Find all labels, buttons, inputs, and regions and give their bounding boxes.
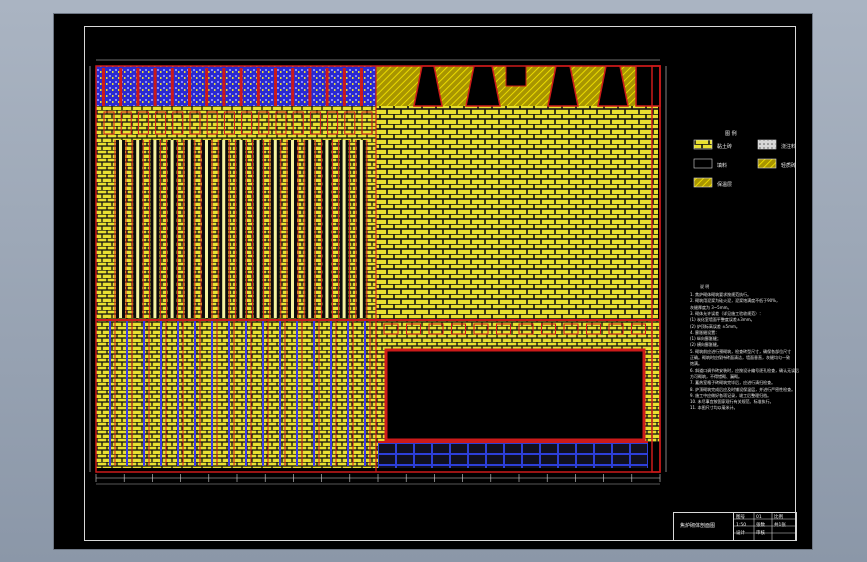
note-line: (2) 炉顶标高误差 ±5mm。 [690, 323, 740, 329]
note-line: 11. 本图尺寸均以毫米计。 [690, 405, 738, 411]
title-block-cell: 审核 [756, 531, 765, 536]
roof-column [239, 68, 243, 106]
note-line: (1) 炭化室墙面平整度误差±3mm。 [690, 317, 755, 323]
legend-swatch [757, 158, 777, 169]
title-block-cell: 张数 [756, 523, 765, 528]
drawing-sheet: 图 例 黏土砖 浇注料 填料 轻质砖 保温层 说 明 1. 焦炉砌体砌筑要求按规… [54, 14, 812, 549]
legend-swatch [757, 139, 777, 150]
title-block-cell: 共1张 [774, 523, 786, 528]
regenerator-flue-core [273, 140, 277, 318]
title-block-cell: 01 [756, 515, 762, 520]
legend-swatch [693, 158, 713, 169]
upper-right-brickwork [376, 106, 658, 320]
roof-column [308, 68, 312, 106]
note-line: 7. 蓄热室格子砖砌筑完毕后，应进行清扫检查。 [690, 380, 776, 386]
legend-label: 浇注料 [781, 144, 797, 150]
roof-column [205, 68, 209, 106]
regenerator-flue-core [153, 140, 157, 318]
title-block-cell: 比例 [774, 515, 783, 520]
roof-column [170, 68, 174, 106]
roof-column [360, 68, 363, 106]
roof-column [291, 68, 295, 106]
regenerator-flue-core [222, 140, 226, 318]
regenerator-flue-core [325, 140, 329, 318]
legend-label: 填料 [717, 163, 728, 169]
roof-column [274, 68, 277, 106]
furnace-section-drawing [89, 59, 796, 541]
regenerator-flue-core [205, 140, 208, 318]
regenerator-flue-core [256, 140, 260, 318]
regenerator-flue-core [308, 140, 312, 318]
regenerator-flue-core [359, 140, 363, 318]
note-line: (2) 横向膨胀缝。 [690, 342, 721, 348]
note-line: 4. 膨胀缝设置： [690, 329, 720, 335]
title-block-cell: 1:50 [736, 523, 747, 528]
sole-flue-grid [378, 442, 648, 468]
regenerator-flue-core [170, 140, 174, 318]
legend-label: 黏土砖 [717, 144, 733, 150]
regenerator-flue-core [239, 140, 243, 318]
roof-column [188, 68, 191, 106]
roof-column [102, 68, 105, 106]
roof-column [119, 68, 123, 106]
roof-column [136, 68, 140, 106]
roof-opening [505, 65, 527, 87]
legend-swatch [693, 177, 713, 188]
note-line: 5. 砌筑前应进行预砌筑，检查砖型尺寸，确保各部位尺寸 [690, 348, 792, 354]
legend-title: 图 例 [725, 131, 737, 137]
note-line: 8. 炉顶砌筑完成后应及时铺设保温层，并进行严密性检查。 [690, 386, 796, 392]
note-line: 9. 施工中应做好各项记录，竣工后整理归档。 [690, 392, 772, 398]
note-line: 灰缝厚度为 3~5mm。 [690, 304, 732, 310]
oven-chamber [384, 348, 646, 442]
regenerator-flue-core [136, 140, 140, 318]
roof-column [153, 68, 157, 106]
roof-column [222, 68, 226, 106]
note-line: 正确。砌筑时应保持砖面清洁，墙面垂直，灰缝均匀一致 [690, 355, 790, 360]
note-line: 6. 斜道口调节砖安装时，应按设计编号逐孔检查，确认无误后 [690, 367, 800, 373]
regenerator-flue-core [119, 140, 122, 318]
regenerator-flue-core [187, 140, 191, 318]
roof-column [342, 68, 346, 106]
legend-swatch [693, 139, 713, 150]
note-line: 3. 砌体允许误差（详见施工验收规范）： [690, 310, 764, 316]
roof-column [256, 68, 260, 106]
legend-label: 轻质砖 [781, 163, 797, 169]
note-line: 方可砌筑，不得错砌、漏砌。 [690, 373, 742, 379]
title-block-cell: 图号 [736, 515, 745, 520]
drawing-name: 焦炉砌体剖面图 [680, 523, 716, 529]
roof-end-block [635, 65, 661, 107]
note-line: 1. 焦炉砌体砌筑要求按规范执行。 [690, 292, 752, 297]
regenerator-flue-core [342, 140, 346, 318]
title-block-cell: 设计 [736, 531, 745, 536]
notes-title: 说 明 [700, 284, 710, 289]
title-block: 焦炉砌体剖面图 图号 01 比例 1:50 张数 共1张 设计 审核 [673, 512, 797, 541]
note-line: 2. 砌筑用泥浆为硅火泥，泥浆饱满度不低于90%， [690, 298, 780, 304]
regenerator-flue-core [291, 140, 294, 318]
legend-label: 保温层 [717, 182, 733, 188]
roof-column [325, 68, 329, 106]
note-line: 饱满。 [690, 361, 702, 367]
